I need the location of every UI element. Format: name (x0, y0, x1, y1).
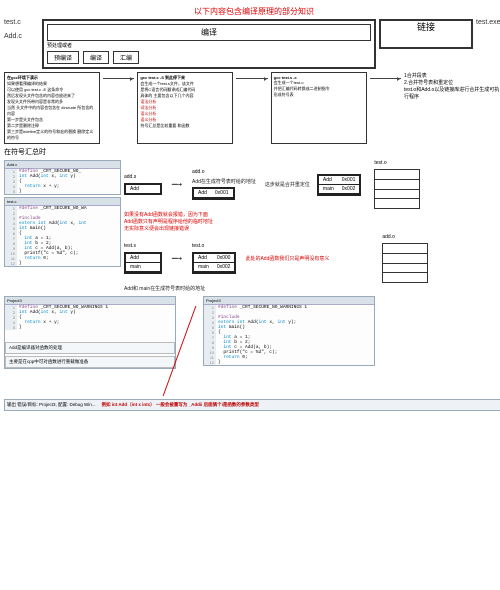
note-2: 如果没有Add函数就会报错，因为下面Add函数只有声明是程序给他的临时地址无实际… (124, 211, 214, 232)
code-body: 1#define _CRT_SECURE_NO_2int Add(int x, … (5, 169, 120, 194)
arrow (103, 78, 134, 144)
rewrite-note: 例如 int Add（int x intx） 一般会被重写为 _Addii 后面… (102, 402, 259, 408)
addo-box (382, 243, 428, 283)
note-4: 此处的Add函数我们只是声明没有意义 (245, 255, 329, 262)
label-testo-r: test.o (374, 160, 386, 166)
left-files: test.c Add.c (4, 19, 39, 40)
symbol-header: 在符号汇总时 (4, 147, 500, 157)
note-1: Add在生成符号表时给的地址 (192, 178, 256, 185)
file-exe: test.exe (476, 19, 500, 26)
bn2: 主要是在cpp中可对函数进行重载做准备 (5, 356, 175, 368)
compile-header: 编译 (47, 24, 371, 41)
note-3: 这步就是合并重定位 (265, 181, 310, 188)
code-tab[interactable]: Add.c (5, 161, 120, 169)
code-tab[interactable]: test.c (5, 198, 120, 206)
link-box: 链接 (379, 19, 473, 49)
arrow (236, 78, 267, 144)
file-testc: test.c (4, 19, 39, 26)
code-body: 1#define _CRT_SECURE_NO_WA23#include4ext… (5, 206, 120, 266)
label-adds: add.s (124, 174, 136, 180)
obj-merged: Add0x001main0x002 (317, 174, 361, 196)
cmd-compile: gcc test.c -S 到此停下来会生成一个test.s文件，该文件是将C语… (137, 72, 233, 144)
cmd-pre: 在gcc环境下演示如果想看预编译的结果可以使用 gcc test.c -E 这条… (4, 72, 100, 144)
compile-group: 编译 预处理或者 预编译 编译 汇编 (42, 19, 376, 69)
code-tab[interactable]: Project3 (204, 297, 374, 305)
stage-assemble: 汇编 (113, 51, 139, 64)
link-notes: 1合并段表2.合并符号表和重定位test.o和Add.o以及链接库进行合并生成可… (404, 72, 500, 144)
link-label: 链接 (381, 21, 471, 33)
box-main: Addmain (124, 252, 162, 274)
output-text: 输出 错误/目标: Project3, 配置: Debug Win... (7, 402, 96, 408)
label-tests: test.s (124, 243, 136, 249)
stage-preproc: 预编译 (47, 51, 79, 64)
cmd-asm: gcc test.s -c会生成一个test.o并把汇编代码转换成二进制指令形成… (271, 72, 367, 144)
testo-box (374, 169, 420, 209)
code-body: 1#define _CRT_SECURE_NO_WARNINGS 12int A… (5, 305, 175, 330)
code-tab[interactable]: Project3 (5, 297, 175, 305)
main-title: 以下内容包含编译原理的部分知识 (4, 6, 500, 17)
label-addo-r: add.o (382, 234, 395, 240)
code-addc[interactable]: Add.c 1#define _CRT_SECURE_NO_2int Add(i… (4, 160, 121, 195)
file-addc: Add.c (4, 33, 39, 40)
label-testo: test.o (192, 243, 204, 249)
obj-add: Add0x001 (192, 187, 235, 200)
code-bottom-left[interactable]: Project3 1#define _CRT_SECURE_NO_WARNING… (4, 296, 176, 369)
arrow (370, 78, 401, 144)
code-testc[interactable]: test.c 1#define _CRT_SECURE_NO_WA23#incl… (4, 197, 121, 267)
box-add: Add (124, 183, 162, 195)
sym-add: Add (126, 185, 160, 193)
stage-compile: 编译 (83, 51, 109, 64)
label-addo: add.o (192, 169, 205, 175)
obj-test: Add0x000main0x002 (192, 252, 236, 274)
bn1: Add是编译器对函数的处理 (5, 342, 175, 354)
code-body: 1#define _CRT_SECURE_NO_WARNINGS 123#inc… (204, 305, 374, 365)
output-bar: 输出 错误/目标: Project3, 配置: Debug Win... 例如 … (4, 399, 500, 411)
code-bottom-right[interactable]: Project3 1#define _CRT_SECURE_NO_WARNING… (203, 296, 375, 366)
pre-label: 预处理或者 (47, 42, 371, 49)
note-5: Add和 main在生成符号表时给的地址 (124, 285, 205, 292)
diagram-area: add.s Add ━━➔ add.o Add在生成符号表时给的地址 Add0x… (124, 160, 500, 292)
